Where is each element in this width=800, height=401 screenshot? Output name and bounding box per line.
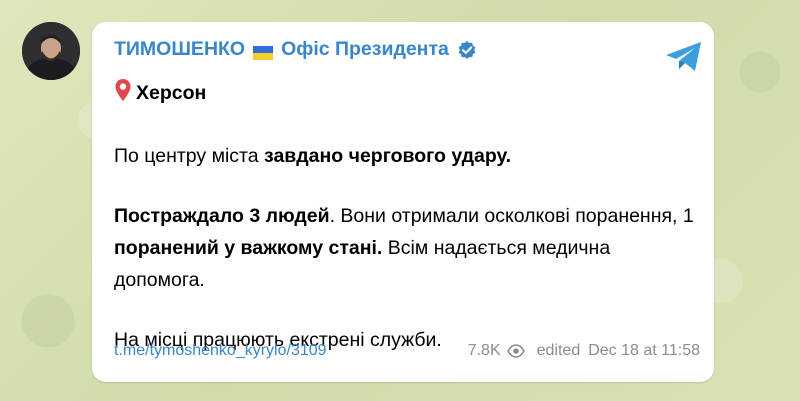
- paragraph-2-bold-1: Постраждало 3 людей: [114, 205, 330, 227]
- paragraph-1-plain: По центру міста: [114, 145, 265, 167]
- channel-avatar[interactable]: [22, 22, 80, 80]
- post-link[interactable]: t.me/tymoshenko_kyrylo/3109: [114, 342, 327, 360]
- message-text: По центру міста завдано чергового удару.…: [114, 140, 694, 356]
- channel-header[interactable]: ТИМОШЕНКО Офіс Президента: [114, 38, 477, 61]
- message-footer: t.me/tymoshenko_kyrylo/3109 7.8K edited …: [114, 342, 700, 360]
- verified-badge-icon: [457, 40, 477, 60]
- channel-name[interactable]: ТИМОШЕНКО: [114, 38, 245, 61]
- channel-name-suffix[interactable]: Офіс Президента: [281, 38, 449, 61]
- paragraph-2: Постраждало 3 людей. Вони отримали оскол…: [114, 200, 694, 296]
- location-line: Херсон: [114, 78, 206, 108]
- eye-icon: [506, 344, 525, 358]
- message-date: Dec 18 at 11:58: [588, 342, 700, 359]
- paragraph-2-bold-2: поранений у важкому стані.: [114, 237, 383, 259]
- edited-label: edited: [536, 342, 581, 359]
- avatar-image: [22, 22, 80, 80]
- paragraph-2-plain-1: . Вони отримали осколкові поранення, 1: [329, 205, 694, 227]
- view-count: 7.8K: [467, 342, 501, 359]
- paragraph-1-bold: завдано чергового удару.: [264, 145, 512, 167]
- location-pin-icon: [114, 78, 132, 108]
- message-card: ТИМОШЕНКО Офіс Президента Херсон По цент…: [92, 22, 714, 382]
- ukraine-flag-icon: [253, 43, 274, 60]
- telegram-share-icon[interactable]: [664, 40, 704, 74]
- paragraph-1: По центру міста завдано чергового удару.: [114, 140, 694, 172]
- location-text: Херсон: [136, 81, 207, 104]
